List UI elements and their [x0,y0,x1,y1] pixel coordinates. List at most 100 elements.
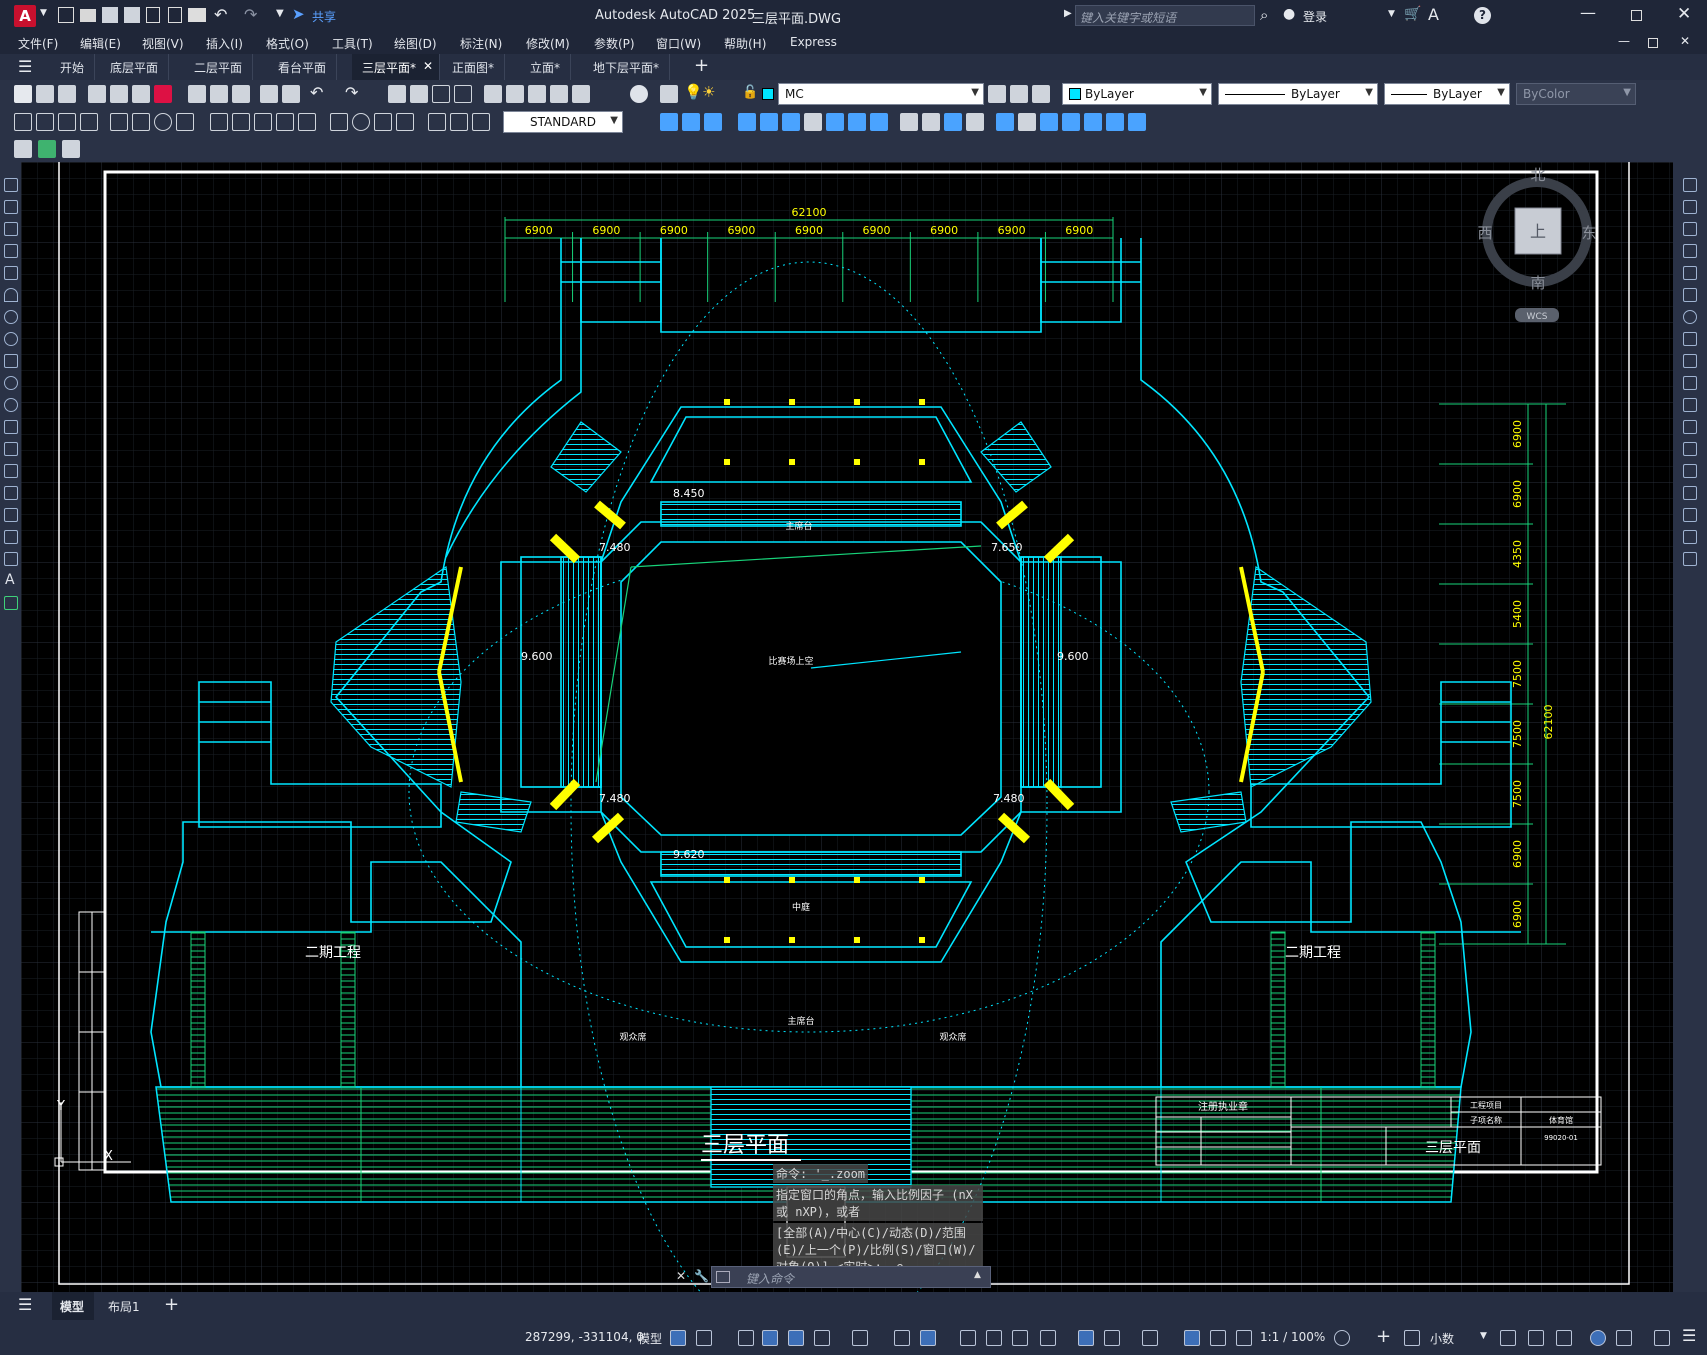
ellipse-arc-icon[interactable] [4,398,18,412]
zoom-window-icon[interactable] [432,85,450,103]
move-icon[interactable] [1683,288,1697,302]
help-icon[interactable] [630,85,648,103]
layer-on-bulb-icon[interactable]: 💡 [684,83,703,101]
save-as-icon[interactable] [124,7,140,23]
scale-readout[interactable]: 1:1 / 100% [1260,1330,1325,1344]
customize-qat-icon[interactable]: ▼ [276,8,284,19]
3d-intersect-icon[interactable] [870,113,888,131]
dim-edit-icon[interactable] [428,113,446,131]
3d-check-icon[interactable] [1040,113,1058,131]
selection-filter-icon[interactable] [1104,1330,1120,1346]
3d-wedge-icon[interactable] [682,113,700,131]
fillet-icon[interactable] [1683,508,1697,522]
tab-second-floor[interactable]: 二层平面 [184,54,254,80]
inspection-icon[interactable] [374,113,392,131]
workspace-gear-icon[interactable] [1334,1330,1350,1346]
3d-revolve-icon[interactable] [760,113,778,131]
multiline-text-icon[interactable]: A [5,572,15,588]
calculator-icon[interactable] [572,85,590,103]
3d-separate-icon[interactable] [996,113,1014,131]
extend-icon[interactable] [1683,398,1697,412]
search-input[interactable]: 键入关键字或短语 [1075,5,1255,26]
3d-fillet-icon[interactable] [922,113,940,131]
print-icon[interactable] [188,8,206,22]
save-icon[interactable] [58,85,76,103]
coordinates[interactable]: 287299, -331104, 0 [525,1330,644,1344]
menu-view[interactable]: 视图(V) [142,35,184,52]
dim-update-icon[interactable] [472,113,490,131]
customization-menu-icon[interactable]: ☰ [1682,1326,1696,1345]
rectangle-icon[interactable] [4,266,18,280]
new-icon[interactable] [14,85,32,103]
3d-section-icon[interactable] [804,113,822,131]
layer-dropdown[interactable]: MC ▼ [778,83,984,105]
center-mark-icon[interactable] [352,113,370,131]
ortho-icon[interactable] [788,1330,804,1346]
menu-file[interactable]: 文件(F) [18,35,58,52]
polygon-icon[interactable] [4,244,18,258]
command-line[interactable]: ✕ 🔧 键入命令 ▲ [676,1266,991,1288]
jogged-linear-icon[interactable] [396,113,414,131]
autocad-logo-icon[interactable]: A [14,5,36,27]
tab-layout1[interactable]: 布局1 [100,1292,148,1320]
menu-dimension[interactable]: 标注(N) [460,35,502,52]
viewcube-south[interactable]: 南 [1530,274,1545,292]
help-icon[interactable]: ? [1474,7,1491,24]
color-dropdown[interactable]: ByLayer ▼ [1062,83,1212,105]
erase-icon[interactable] [1683,178,1697,192]
quick-properties-icon[interactable] [1500,1330,1516,1346]
tab-stands[interactable]: 看台平面 [268,54,338,80]
share-icon[interactable]: ➤ [292,5,305,23]
units-chevron-down-icon[interactable]: ▼ [1480,1331,1487,1341]
3d-rotate-faces-icon[interactable] [1106,113,1124,131]
tab-elevation[interactable]: 立面* [520,54,572,80]
tolerance-icon[interactable] [330,113,348,131]
quick-dim-icon[interactable] [210,113,228,131]
object-snap-tracking-icon[interactable] [894,1330,910,1346]
dim-space-icon[interactable] [276,113,294,131]
3d-box-icon[interactable] [660,113,678,131]
aligned-dim-icon[interactable] [36,113,54,131]
copy-icon[interactable] [210,85,228,103]
save-icon[interactable] [102,7,118,23]
pan-icon[interactable] [388,85,406,103]
tool-palettes-icon[interactable] [528,85,546,103]
revision-cloud-icon[interactable] [4,332,18,346]
object-snap-icon[interactable] [920,1330,936,1346]
open-file-icon[interactable] [80,9,96,22]
dimstyle-dropdown[interactable]: STANDARD ▼ [503,111,623,133]
undo-icon[interactable]: ↶ [310,83,323,102]
insert-block-icon[interactable] [4,420,18,434]
3d-imprint-icon[interactable] [966,113,984,131]
ordinate-dim-icon[interactable] [80,113,98,131]
annotation-scale-icon[interactable] [1236,1330,1252,1346]
plot-icon[interactable] [88,85,106,103]
rotate-icon[interactable] [1683,310,1697,324]
3d-copy-faces-icon[interactable] [1128,113,1146,131]
tab-front-elevation[interactable]: 正面图* [442,54,506,80]
scale-icon[interactable] [1683,332,1697,346]
units-dropdown[interactable]: 小数 [1430,1330,1454,1347]
menu-parametric[interactable]: 参数(P) [594,35,635,52]
signin-label[interactable]: 登录 [1303,8,1327,25]
fullscreen-icon[interactable] [1654,1330,1670,1346]
line-icon[interactable] [4,178,18,192]
lineweight-icon[interactable] [960,1330,976,1346]
cad-drawing[interactable]: 62100 6900 6900 6900 6900 6900 6900 6900 6900 69… [21,162,1673,1292]
snap-icon[interactable] [696,1330,712,1346]
close-block-icon[interactable] [62,140,80,158]
3d-shell-icon[interactable] [900,113,918,131]
preview-icon[interactable] [110,85,128,103]
search-icon[interactable]: ⌕ [1260,6,1268,24]
block-editor-icon[interactable] [282,85,300,103]
jogged-dim-icon[interactable] [132,113,150,131]
isolate-objects-icon[interactable] [1556,1330,1572,1346]
dim-text-edit-icon[interactable] [450,113,468,131]
viewcube-east[interactable]: 东 [1581,224,1596,242]
dynamic-input-icon[interactable] [762,1330,778,1346]
cart-icon[interactable]: 🛒 [1404,6,1421,22]
open-icon[interactable] [36,85,54,103]
redo-icon[interactable]: ↷ [244,5,257,24]
construction-line-icon[interactable] [4,200,18,214]
properties-icon[interactable] [484,85,502,103]
